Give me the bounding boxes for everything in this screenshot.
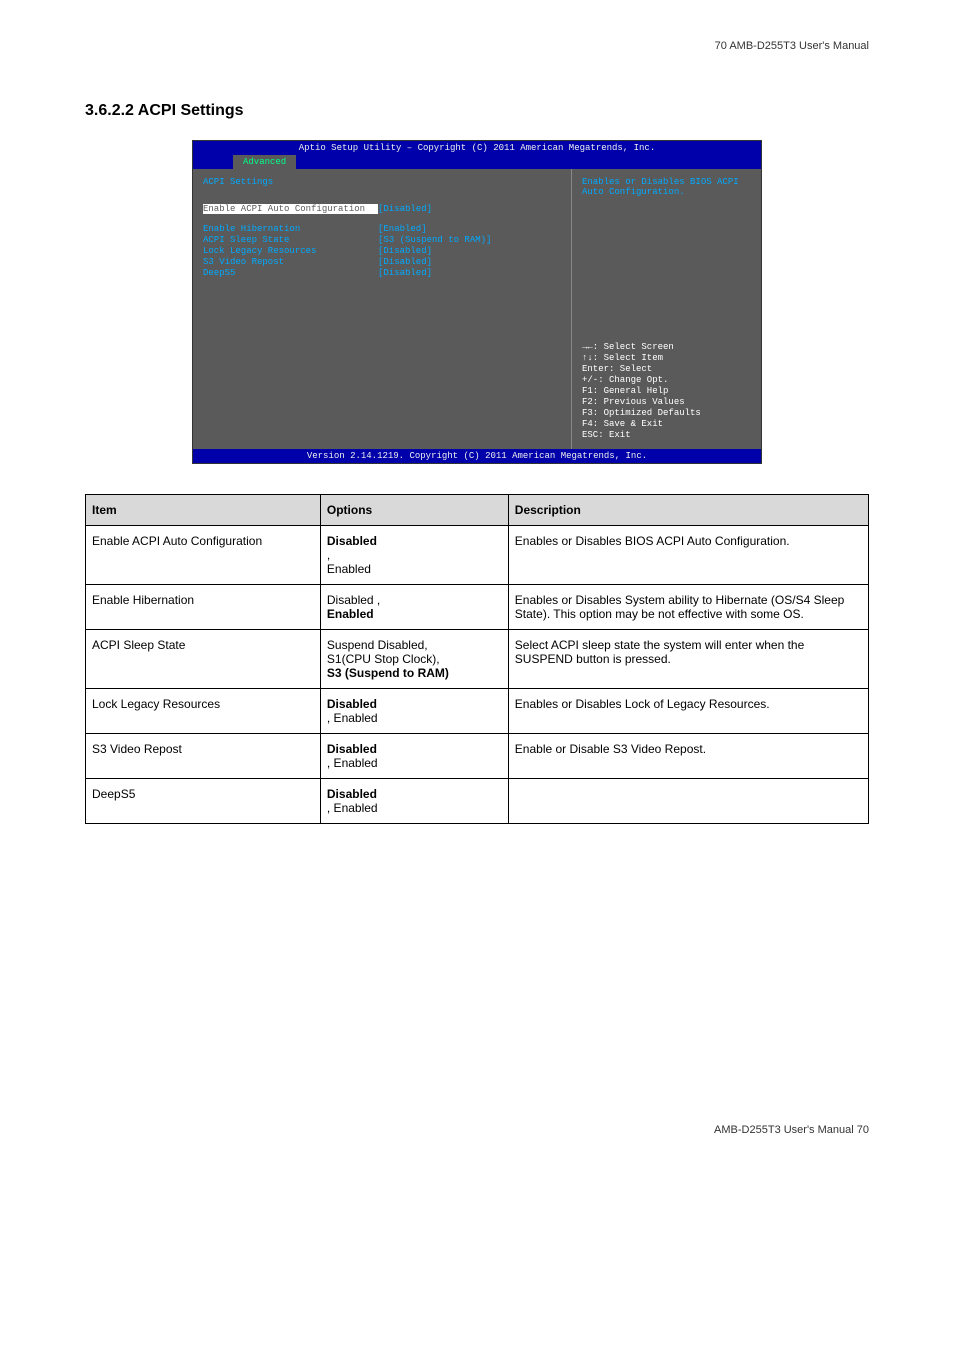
options-table: Item Options Description Enable ACPI Aut…	[85, 494, 869, 824]
bios-setting-label: DeepS5	[203, 268, 378, 278]
bios-title-bar: Aptio Setup Utility – Copyright (C) 2011…	[193, 141, 761, 155]
bios-setting-value: [S3 (Suspend to RAM)]	[378, 235, 491, 245]
table-cell-options: Disabled ,Enabled	[320, 526, 508, 585]
table-cell-description	[508, 779, 868, 824]
bios-key-hint: F2: Previous Values	[582, 397, 751, 407]
table-cell-item: Lock Legacy Resources	[86, 689, 321, 734]
table-cell-description: Enables or Disables System ability to Hi…	[508, 585, 868, 630]
bios-tab-advanced: Advanced	[233, 155, 296, 169]
page-header: 70 AMB-D255T3 User's Manual	[85, 40, 869, 52]
table-row: DeepS5Disabled , Enabled	[86, 779, 869, 824]
table-row: Lock Legacy ResourcesDisabled , EnabledE…	[86, 689, 869, 734]
table-cell-item: Enable Hibernation	[86, 585, 321, 630]
bios-setting-label: Lock Legacy Resources	[203, 246, 378, 256]
bios-setting-row: Lock Legacy Resources[Disabled]	[203, 246, 561, 256]
bios-key-hint: Enter: Select	[582, 364, 751, 374]
table-cell-options: Disabled , Enabled	[320, 689, 508, 734]
bios-setting-label: Enable Hibernation	[203, 224, 378, 234]
table-header-description: Description	[508, 495, 868, 526]
bios-key-hint: F4: Save & Exit	[582, 419, 751, 429]
bios-setting-row: ACPI Sleep State[S3 (Suspend to RAM)]	[203, 235, 561, 245]
bios-help-text: Enables or Disables BIOS ACPI Auto Confi…	[582, 177, 751, 197]
table-row: Enable HibernationDisabled ,EnabledEnabl…	[86, 585, 869, 630]
bios-key-hint: →←: Select Screen	[582, 342, 751, 352]
table-row: Enable ACPI Auto ConfigurationDisabled ,…	[86, 526, 869, 585]
bios-setting-row: S3 Video Repost[Disabled]	[203, 257, 561, 267]
table-cell-item: DeepS5	[86, 779, 321, 824]
page-footer: AMB-D255T3 User's Manual 70	[85, 1124, 869, 1136]
bios-setting-value: [Enabled]	[378, 224, 427, 234]
table-cell-options: Disabled , Enabled	[320, 734, 508, 779]
table-cell-options: Suspend Disabled,S1(CPU Stop Clock),S3 (…	[320, 630, 508, 689]
bios-setting-label: S3 Video Repost	[203, 257, 378, 267]
bios-footer-bar: Version 2.14.1219. Copyright (C) 2011 Am…	[193, 449, 761, 463]
bios-setting-row: Enable ACPI Auto Configuration[Disabled]	[203, 204, 561, 214]
table-cell-description: Enable or Disable S3 Video Repost.	[508, 734, 868, 779]
bios-setting-label: ACPI Sleep State	[203, 235, 378, 245]
bios-key-hint: F1: General Help	[582, 386, 751, 396]
bios-setting-value: [Disabled]	[378, 257, 432, 267]
table-header-options: Options	[320, 495, 508, 526]
bios-main-pane: ACPI Settings Enable ACPI Auto Configura…	[193, 169, 571, 449]
table-cell-options: Disabled ,Enabled	[320, 585, 508, 630]
bios-setting-value: [Disabled]	[378, 246, 432, 256]
table-header-row: Item Options Description	[86, 495, 869, 526]
bios-keys: →←: Select Screen↑↓: Select ItemEnter: S…	[582, 341, 751, 441]
bios-help-pane: Enables or Disables BIOS ACPI Auto Confi…	[571, 169, 761, 449]
table-cell-options: Disabled , Enabled	[320, 779, 508, 824]
bios-key-hint: F3: Optimized Defaults	[582, 408, 751, 418]
table-cell-item: Enable ACPI Auto Configuration	[86, 526, 321, 585]
section-title: 3.6.2.2 ACPI Settings	[85, 102, 869, 120]
bios-group-title: ACPI Settings	[203, 177, 561, 187]
bios-key-hint: +/-: Change Opt.	[582, 375, 751, 385]
bios-setting-value: [Disabled]	[378, 268, 432, 278]
table-cell-item: ACPI Sleep State	[86, 630, 321, 689]
table-row: ACPI Sleep StateSuspend Disabled,S1(CPU …	[86, 630, 869, 689]
table-row: S3 Video RepostDisabled , EnabledEnable …	[86, 734, 869, 779]
bios-key-hint: ESC: Exit	[582, 430, 751, 440]
table-header-item: Item	[86, 495, 321, 526]
bios-setting-label: Enable ACPI Auto Configuration	[203, 204, 378, 214]
table-cell-description: Enables or Disables BIOS ACPI Auto Confi…	[508, 526, 868, 585]
table-cell-description: Select ACPI sleep state the system will …	[508, 630, 868, 689]
bios-setting-row: Enable Hibernation[Enabled]	[203, 224, 561, 234]
bios-screenshot: Aptio Setup Utility – Copyright (C) 2011…	[192, 140, 762, 464]
bios-setting-row: DeepS5[Disabled]	[203, 268, 561, 278]
table-cell-item: S3 Video Repost	[86, 734, 321, 779]
bios-key-hint: ↑↓: Select Item	[582, 353, 751, 363]
bios-tab-bar: Advanced	[193, 155, 761, 169]
table-cell-description: Enables or Disables Lock of Legacy Resou…	[508, 689, 868, 734]
bios-setting-value: [Disabled]	[378, 204, 432, 214]
